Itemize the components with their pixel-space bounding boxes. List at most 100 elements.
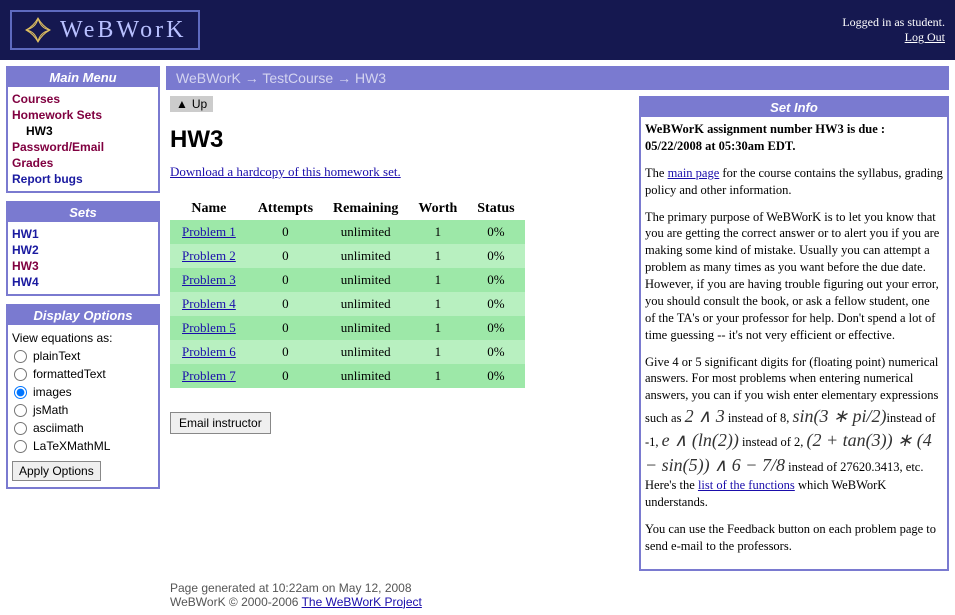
main-menu-panel: Main Menu CoursesHomework SetsHW3Passwor…: [6, 66, 160, 193]
table-cell: unlimited: [323, 316, 408, 340]
table-row: Problem 1 0unlimited10%: [170, 220, 525, 244]
info-para: Give 4 or 5 significant digits for (floa…: [645, 354, 943, 511]
top-bar: WeBWorK Logged in as student. Log Out: [0, 0, 955, 60]
table-cell: 0: [248, 340, 323, 364]
download-hardcopy-link[interactable]: Download a hardcopy of this homework set…: [170, 164, 401, 179]
display-option-images[interactable]: images: [12, 383, 154, 401]
login-info: Logged in as student. Log Out: [842, 15, 945, 45]
problem-link[interactable]: Problem 7: [182, 368, 236, 383]
breadcrumb-part: HW3: [355, 70, 386, 86]
menu-item-password-email[interactable]: Password/Email: [12, 139, 154, 155]
footer-generated: Page generated at 10:22am on May 12, 200…: [170, 581, 949, 595]
table-cell: 1: [408, 364, 467, 388]
display-options-label: View equations as:: [12, 329, 154, 347]
main-menu-header: Main Menu: [8, 68, 158, 87]
display-radio-latexmathml[interactable]: [14, 440, 27, 453]
sets-header: Sets: [8, 203, 158, 222]
footer: Page generated at 10:22am on May 12, 200…: [166, 571, 949, 609]
table-row: Problem 60unlimited10%: [170, 340, 525, 364]
table-cell: 1: [408, 316, 467, 340]
left-sidebar: Main Menu CoursesHomework SetsHW3Passwor…: [6, 66, 160, 609]
display-radio-plaintext[interactable]: [14, 350, 27, 363]
set-link-hw1[interactable]: HW1: [12, 226, 154, 242]
table-cell: unlimited: [323, 244, 408, 268]
table-cell: 0%: [467, 244, 524, 268]
breadcrumb: WeBWorK → TestCourse → HW3: [166, 66, 949, 90]
table-cell: 0: [248, 364, 323, 388]
display-option-jsmath[interactable]: jsMath: [12, 401, 154, 419]
table-cell: unlimited: [323, 268, 408, 292]
display-option-asciimath[interactable]: asciimath: [12, 419, 154, 437]
set-info-header: Set Info: [640, 97, 948, 117]
breadcrumb-part[interactable]: WeBWorK: [176, 70, 241, 86]
table-cell: 1: [408, 268, 467, 292]
email-instructor-button[interactable]: Email instructor: [170, 412, 271, 434]
page-title: HW3: [170, 126, 627, 154]
table-header: Status: [467, 198, 524, 220]
math-expression: 2 ∧ 3: [685, 406, 725, 426]
table-cell: 0%: [467, 340, 524, 364]
menu-item-hw3[interactable]: HW3: [12, 123, 154, 139]
table-cell: 1: [408, 292, 467, 316]
math-expression: e ∧ (ln(2)): [662, 430, 739, 450]
menu-item-courses[interactable]: Courses: [12, 91, 154, 107]
logout-link[interactable]: Log Out: [905, 30, 945, 44]
display-radio-images[interactable]: [14, 386, 27, 399]
logged-in-text: Logged in as student.: [842, 15, 945, 30]
math-expression: sin(3 ∗ pi/2): [792, 406, 886, 426]
table-cell: unlimited: [323, 292, 408, 316]
info-para: The main page for the course contains th…: [645, 165, 943, 199]
table-header: Attempts: [248, 198, 323, 220]
functions-list-link[interactable]: list of the functions: [698, 478, 795, 492]
table-row: Problem 4 0unlimited10%: [170, 292, 525, 316]
info-para: The primary purpose of WeBWorK is to let…: [645, 209, 943, 344]
menu-item-grades[interactable]: Grades: [12, 155, 154, 171]
display-options-header: Display Options: [8, 306, 158, 325]
webwork-project-link[interactable]: The WeBWorK Project: [302, 595, 422, 609]
table-cell: 0%: [467, 364, 524, 388]
set-link-hw2[interactable]: HW2: [12, 242, 154, 258]
problem-link[interactable]: Problem 2: [182, 248, 236, 263]
table-cell: unlimited: [323, 220, 408, 244]
info-para: You can use the Feedback button on each …: [645, 521, 943, 555]
problem-link[interactable]: Problem 5: [182, 320, 236, 335]
logo[interactable]: WeBWorK: [10, 10, 200, 50]
up-button[interactable]: ▲ Up: [170, 96, 213, 112]
main-content: ▲ Up HW3 Download a hardcopy of this hom…: [166, 96, 631, 571]
breadcrumb-part[interactable]: TestCourse: [262, 70, 333, 86]
display-option-formattedtext[interactable]: formattedText: [12, 365, 154, 383]
problem-link[interactable]: Problem 4: [182, 296, 236, 311]
table-cell: 1: [408, 220, 467, 244]
menu-item-homework-sets[interactable]: Homework Sets: [12, 107, 154, 123]
main-page-link[interactable]: main page: [668, 166, 720, 180]
display-radio-jsmath[interactable]: [14, 404, 27, 417]
logo-text: WeBWorK: [60, 17, 186, 44]
set-link-hw3[interactable]: HW3: [12, 258, 154, 274]
set-info-panel: Set Info WeBWorK assignment number HW3 i…: [639, 96, 949, 571]
table-cell: 0%: [467, 316, 524, 340]
problem-table: NameAttemptsRemainingWorthStatus Problem…: [170, 198, 525, 388]
table-cell: 0%: [467, 220, 524, 244]
display-option-latexmathml[interactable]: LaTeXMathML: [12, 437, 154, 455]
problem-link[interactable]: Problem 6: [182, 344, 236, 359]
display-option-plaintext[interactable]: plainText: [12, 347, 154, 365]
apply-options-button[interactable]: Apply Options: [12, 461, 101, 481]
due-date-text: WeBWorK assignment number HW3 is due : 0…: [645, 121, 943, 155]
table-row: Problem 7 0unlimited10%: [170, 364, 525, 388]
table-cell: 1: [408, 244, 467, 268]
display-radio-formattedtext[interactable]: [14, 368, 27, 381]
table-cell: 0: [248, 220, 323, 244]
up-arrow-icon: ▲: [176, 97, 188, 111]
table-cell: unlimited: [323, 364, 408, 388]
problem-link[interactable]: Problem 1: [182, 224, 236, 239]
table-cell: 0%: [467, 268, 524, 292]
set-link-hw4[interactable]: HW4: [12, 274, 154, 290]
menu-item-report-bugs[interactable]: Report bugs: [12, 171, 154, 187]
table-cell: 0%: [467, 292, 524, 316]
table-cell: 0: [248, 292, 323, 316]
table-cell: 0: [248, 316, 323, 340]
table-row: Problem 30unlimited10%: [170, 268, 525, 292]
problem-link[interactable]: Problem 3: [182, 272, 236, 287]
table-cell: unlimited: [323, 340, 408, 364]
display-radio-asciimath[interactable]: [14, 422, 27, 435]
